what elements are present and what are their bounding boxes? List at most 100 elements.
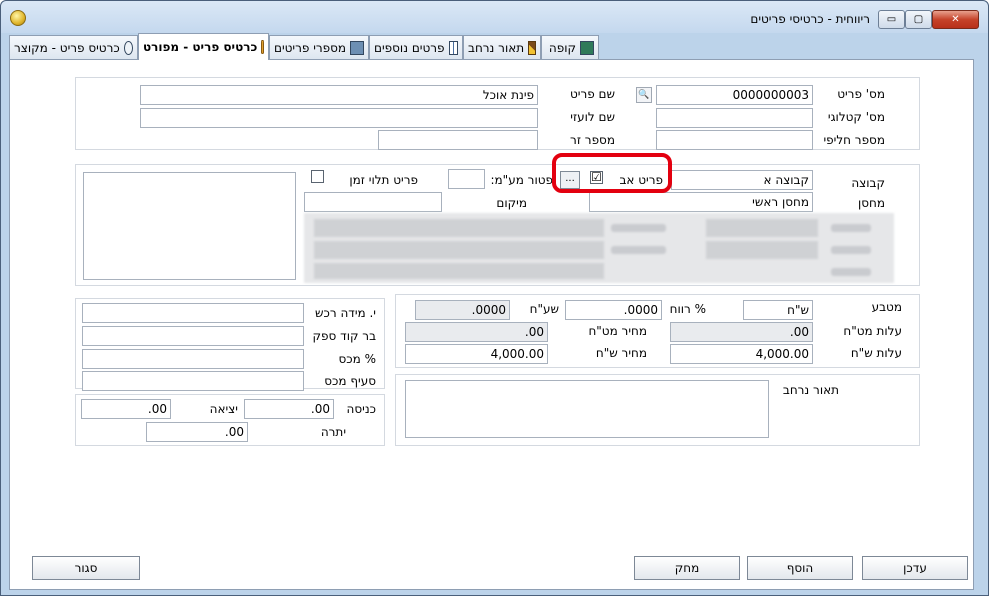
blurred-field <box>706 219 818 237</box>
location-field[interactable] <box>304 192 442 212</box>
stock-out-label: יציאה <box>209 402 238 416</box>
add-button[interactable]: הוסף <box>747 556 853 580</box>
purchase-unit-label: י. מידה רכש <box>315 306 376 320</box>
blurred-label <box>831 246 871 254</box>
stock-in-field[interactable]: .00 <box>244 399 334 419</box>
tab-label: פרטים נוספים <box>374 40 445 55</box>
close-button[interactable]: סגור <box>32 556 140 580</box>
parent-item-label: פריט אב <box>619 173 663 187</box>
supplier-barcode-field[interactable] <box>82 326 304 346</box>
lookup-button[interactable]: ... <box>560 171 580 189</box>
exchange-rate-field[interactable]: .0000 <box>415 300 510 320</box>
tab-label: מספרי פריטים <box>274 40 347 55</box>
customs-percent-field[interactable] <box>82 349 304 369</box>
tab-detailed-item-card[interactable]: כרטיס פריט - מפורט <box>138 33 269 60</box>
tab-extended-description[interactable]: תאור נרחב <box>463 35 541 59</box>
purchase-unit-field[interactable] <box>82 303 304 323</box>
cost-ils-field[interactable]: 4,000.00 <box>670 344 813 364</box>
grid-icon <box>448 40 458 55</box>
blurred-label <box>611 224 666 232</box>
tab-label: קופה <box>548 40 576 55</box>
group-panel: קבוצה קבוצה א מחסן מחסן ראשי פריט אב ☑ .… <box>75 164 920 286</box>
item-name-label: שם פריט <box>569 87 615 101</box>
window-title: ריווחית - כרטיסי פריטים <box>750 12 870 26</box>
item-number-label: מס' פריט <box>837 87 885 101</box>
stock-panel: כניסה .00 יציאה .00 יתרה .00 <box>75 394 385 446</box>
cost-fx-field[interactable]: .00 <box>670 322 813 342</box>
currency-label: מטבע <box>871 300 902 314</box>
minimize-button[interactable]: ▭ <box>878 10 905 29</box>
customs-clause-field[interactable] <box>82 371 304 391</box>
keyboard-icon <box>350 40 364 55</box>
parent-item-checkbox[interactable]: ☑ <box>590 171 603 184</box>
blurred-label <box>611 246 666 254</box>
title-bar: ריווחית - כרטיסי פריטים ▭ ▢ ✕ <box>1 1 988 33</box>
stock-out-field[interactable]: .00 <box>81 399 171 419</box>
blurred-field <box>314 241 604 259</box>
maximize-button[interactable]: ▢ <box>905 10 932 29</box>
time-dependent-label: פריט תלוי זמן <box>349 173 418 187</box>
foreign-number-label: מספר זר <box>570 133 615 147</box>
customs-clause-label: סעיף מכס <box>324 374 376 388</box>
customs-percent-label: % מכס <box>338 352 377 366</box>
group-label: קבוצה <box>851 176 885 190</box>
price-ils-field[interactable]: 4,000.00 <box>405 344 548 364</box>
pen-icon <box>528 40 536 55</box>
catalog-number-field[interactable] <box>656 108 813 128</box>
purchase-panel: י. מידה רכש בר קוד ספק % מכס סעיף מכס <box>75 298 385 391</box>
identification-panel: מס' פריט 0000000003 🔍 מס' קטלוגי מספר חל… <box>75 77 920 150</box>
search-icon[interactable]: 🔍 <box>636 87 652 103</box>
catalog-number-label: מס' קטלוגי <box>827 110 885 124</box>
vat-exempt-label: פטור מע"מ: <box>490 173 553 187</box>
foreign-name-label: שם לועזי <box>570 110 615 124</box>
tab-label: כרטיס פריט - מפורט <box>143 40 258 54</box>
alternate-number-field[interactable] <box>656 130 813 150</box>
person-icon <box>261 40 264 54</box>
location-label: מיקום <box>496 196 527 210</box>
warehouse-field[interactable]: מחסן ראשי <box>589 192 813 212</box>
price-fx-field[interactable]: .00 <box>405 322 548 342</box>
update-button[interactable]: עדכן <box>862 556 968 580</box>
warehouse-label: מחסן <box>857 196 885 210</box>
exchange-rate-label: שע"ח <box>529 302 559 316</box>
delete-button[interactable]: מחק <box>634 556 740 580</box>
blurred-label <box>831 268 871 276</box>
group-field[interactable]: קבוצה א <box>671 170 813 190</box>
item-name-field[interactable]: פינת אוכל <box>140 85 538 105</box>
price-ils-label: מחיר ש"ח <box>595 346 647 360</box>
extended-description-field[interactable] <box>405 380 769 438</box>
foreign-number-field[interactable] <box>378 130 538 150</box>
blurred-label <box>831 224 871 232</box>
profit-percent-field[interactable]: .0000 <box>565 300 662 320</box>
tab-label: כרטיס פריט - מקוצר <box>14 40 120 55</box>
extended-description-label: תאור נרחב <box>782 383 839 397</box>
tab-additional-details[interactable]: פרטים נוספים <box>369 35 463 59</box>
calculator-icon <box>580 40 594 55</box>
cost-ils-label: עלות ש"ח <box>850 346 902 360</box>
tab-label: תאור נרחב <box>468 40 525 55</box>
tab-short-item-card[interactable]: כרטיס פריט - מקוצר <box>9 35 138 59</box>
blurred-field <box>314 219 604 237</box>
tab-item-numbers[interactable]: מספרי פריטים <box>269 35 369 59</box>
tab-strip: קופה תאור נרחב פרטים נוספים מספרי פריטים… <box>1 33 988 60</box>
item-number-field[interactable]: 0000000003 <box>656 85 813 105</box>
notes-area[interactable] <box>83 172 296 280</box>
stock-in-label: כניסה <box>346 402 376 416</box>
vat-exempt-field[interactable] <box>448 169 485 189</box>
extended-description-panel: תאור נרחב <box>395 374 920 446</box>
blurred-field <box>706 241 818 259</box>
app-window: ריווחית - כרטיסי פריטים ▭ ▢ ✕ קופה תאור … <box>0 0 989 596</box>
time-dependent-checkbox[interactable] <box>311 170 324 183</box>
profit-percent-label: % רווח <box>669 302 706 316</box>
app-logo-icon <box>10 10 26 26</box>
alternate-number-label: מספר חליפי <box>823 133 885 147</box>
close-window-button[interactable]: ✕ <box>932 10 979 29</box>
pricing-panel: מטבע ש"ח % רווח .0000 שע"ח .0000 עלות מט… <box>395 294 920 368</box>
stock-balance-label: יתרה <box>320 425 346 439</box>
cost-fx-label: עלות מט"ח <box>843 324 902 338</box>
foreign-name-field[interactable] <box>140 108 538 128</box>
currency-field[interactable]: ש"ח <box>743 300 813 320</box>
tab-cash-register[interactable]: קופה <box>541 35 599 59</box>
stock-balance-field[interactable]: .00 <box>146 422 248 442</box>
blurred-field <box>314 263 604 279</box>
